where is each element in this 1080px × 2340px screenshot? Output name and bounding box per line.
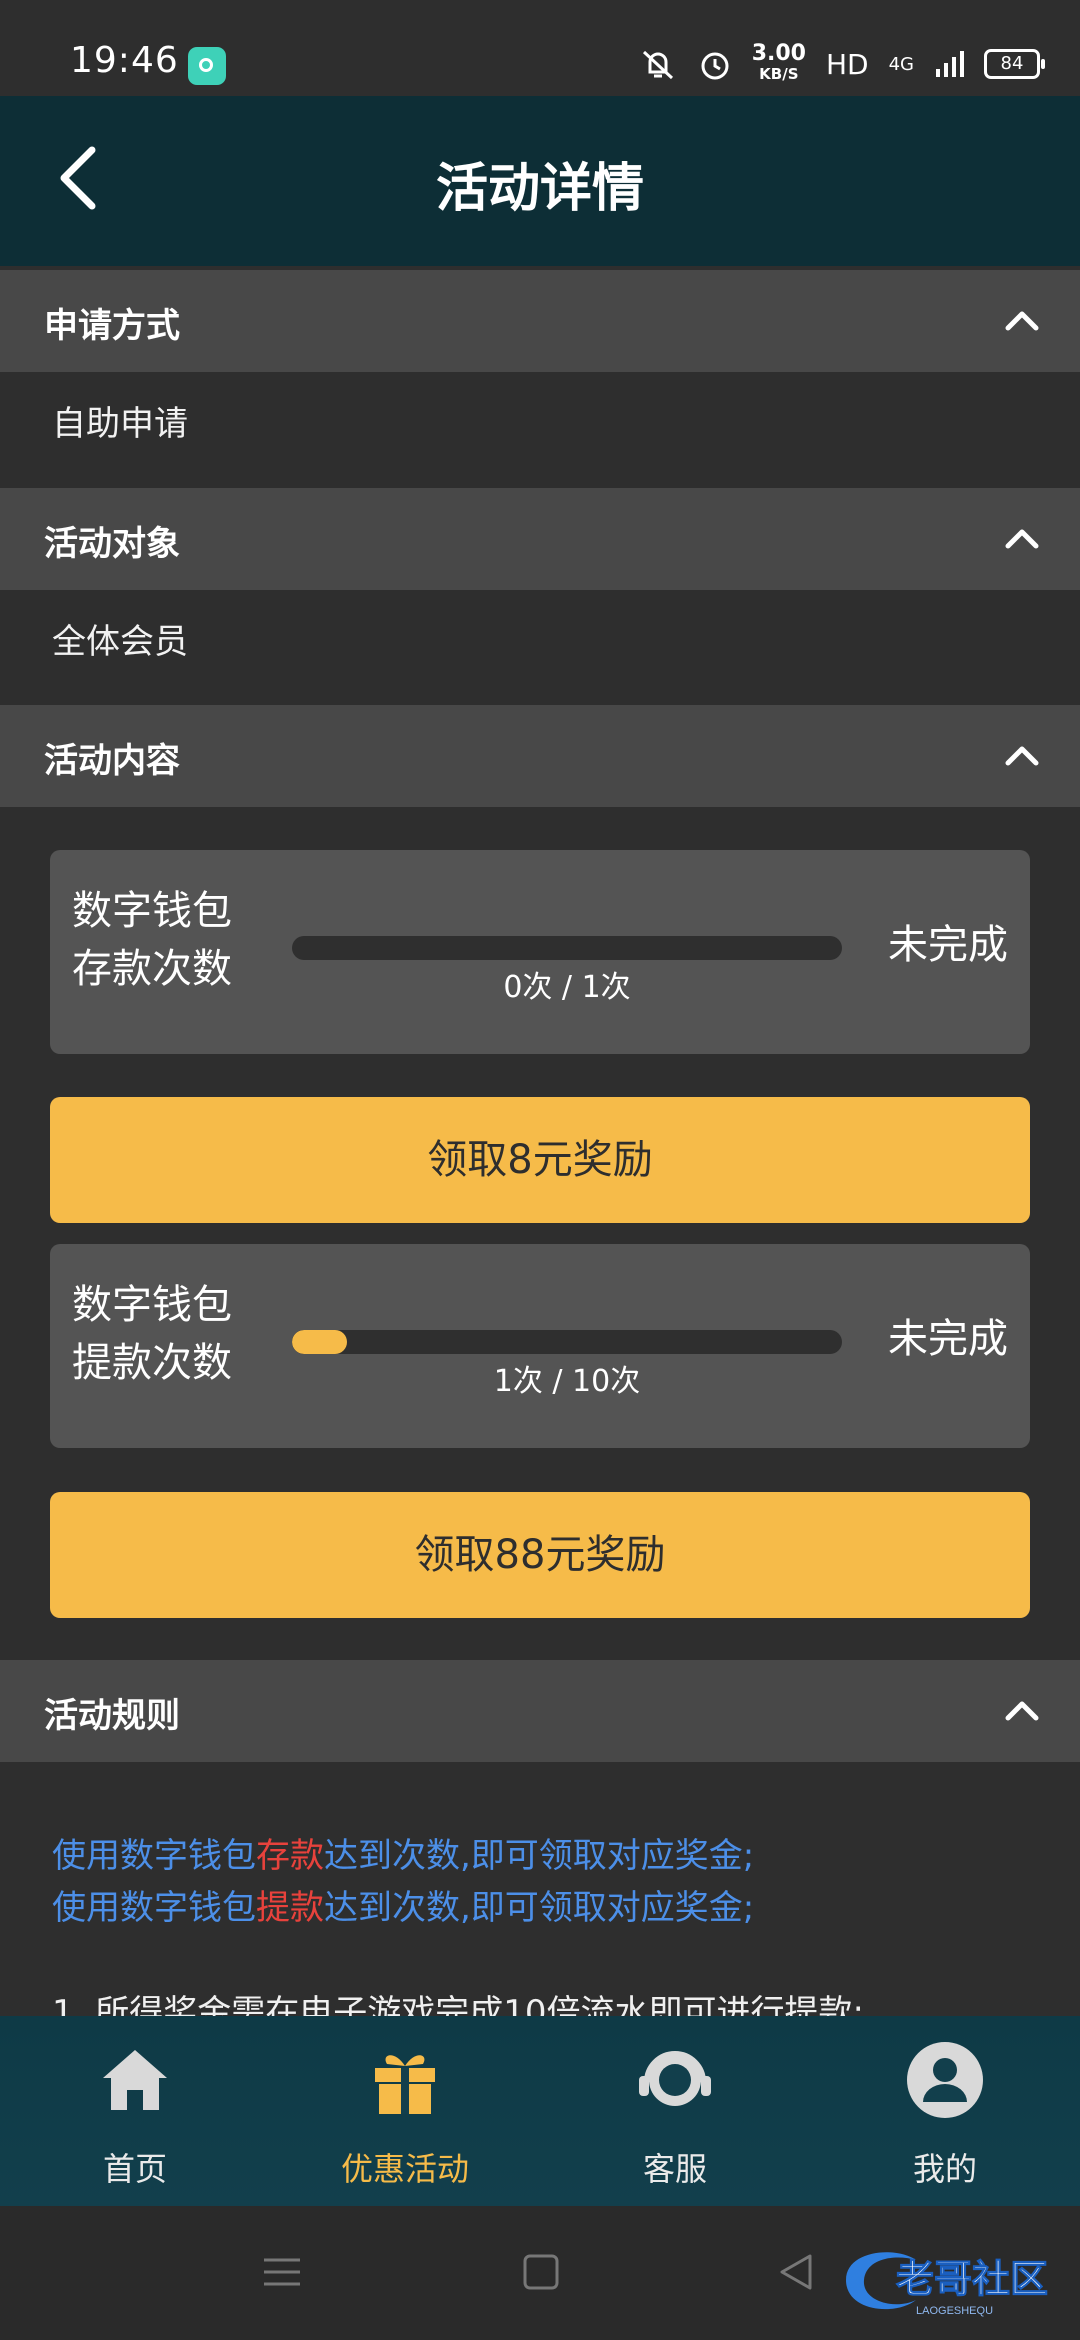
task-label: 数字钱包 存款次数: [72, 888, 232, 992]
target-value: 全体会员: [52, 622, 188, 662]
home-square-icon[interactable]: [522, 2252, 560, 2292]
section-title: 活动规则: [44, 1696, 180, 1736]
task-status: 未完成: [888, 922, 1008, 968]
progress-bar: [292, 936, 842, 960]
app-header: 活动详情: [0, 96, 1080, 266]
alarm-icon: [701, 52, 729, 80]
claim-8-yuan-button[interactable]: 领取8元奖励: [50, 1097, 1030, 1223]
nav-home[interactable]: 首页: [0, 2016, 270, 2206]
task-card-withdraw: 数字钱包 提款次数 1次 / 10次 未完成: [50, 1244, 1030, 1448]
apply-method-value: 自助申请: [52, 404, 188, 444]
task-label: 数字钱包 提款次数: [72, 1282, 232, 1386]
status-indicators: 3.00 KB/S HD 4G 84: [638, 41, 1045, 84]
nav-customer-service[interactable]: 客服: [540, 2016, 810, 2206]
section-header-content[interactable]: 活动内容: [0, 705, 1080, 807]
mute-bell-icon: [642, 50, 673, 80]
page-title: 活动详情: [435, 159, 644, 219]
svg-text:老哥社区: 老哥社区: [896, 2259, 1048, 2301]
network-speed: 3.00 KB/S: [751, 41, 806, 84]
battery-icon: 84: [984, 49, 1045, 79]
claim-88-yuan-button[interactable]: 领取88元奖励: [50, 1492, 1030, 1618]
status-bar: 19:46 3.00 KB/S HD 4G 84: [0, 0, 1080, 96]
chevron-up-icon: [1005, 746, 1039, 766]
section-header-target[interactable]: 活动对象: [0, 488, 1080, 590]
svg-text:LAOGESHEQU: LAOGESHEQU: [916, 2305, 993, 2317]
section-header-apply[interactable]: 申请方式: [0, 270, 1080, 372]
chevron-up-icon: [1005, 529, 1039, 549]
menu-icon[interactable]: [262, 2252, 302, 2292]
section-title: 活动对象: [44, 524, 180, 564]
signal-icon: [936, 51, 964, 77]
nav-profile[interactable]: 我的: [810, 2016, 1080, 2206]
bottom-nav: 首页 优惠活动 客服 我的: [0, 2016, 1080, 2206]
rule-line-deposit: 使用数字钱包存款达到次数,即可领取对应奖金;: [52, 1836, 755, 1876]
progress-text: 0次 / 1次: [503, 970, 631, 1005]
chevron-up-icon: [1005, 311, 1039, 331]
user-icon: [907, 2042, 983, 2118]
nav-promotions[interactable]: 优惠活动: [270, 2016, 540, 2206]
back-triangle-icon[interactable]: [776, 2252, 816, 2292]
progress-text: 1次 / 10次: [493, 1364, 641, 1399]
status-time: 19:46: [70, 40, 179, 81]
headset-icon: [639, 2051, 711, 2106]
network-type: 4G: [888, 53, 914, 75]
rules-text: 使用数字钱包存款达到次数,即可领取对应奖金; 使用数字钱包提款达到次数,即可领取…: [52, 1830, 754, 1934]
rule-line-withdraw: 使用数字钱包提款达到次数,即可领取对应奖金;: [52, 1888, 755, 1928]
watermark-logo: 老哥社区 LAOGESHEQU: [846, 2252, 1049, 2317]
progress-bar: [292, 1330, 842, 1354]
task-card-deposit: 数字钱包 存款次数 0次 / 1次 未完成: [50, 850, 1030, 1054]
app-notification-icon: [188, 47, 226, 85]
home-icon: [103, 2050, 167, 2110]
hd-indicator: HD: [825, 47, 869, 81]
progress-fill: [292, 1330, 347, 1354]
gift-icon: [375, 2055, 435, 2114]
task-status: 未完成: [888, 1316, 1008, 1362]
section-title: 活动内容: [44, 741, 180, 781]
chevron-up-icon: [1005, 1701, 1039, 1721]
section-header-rules[interactable]: 活动规则: [0, 1660, 1080, 1762]
section-title: 申请方式: [44, 306, 180, 346]
